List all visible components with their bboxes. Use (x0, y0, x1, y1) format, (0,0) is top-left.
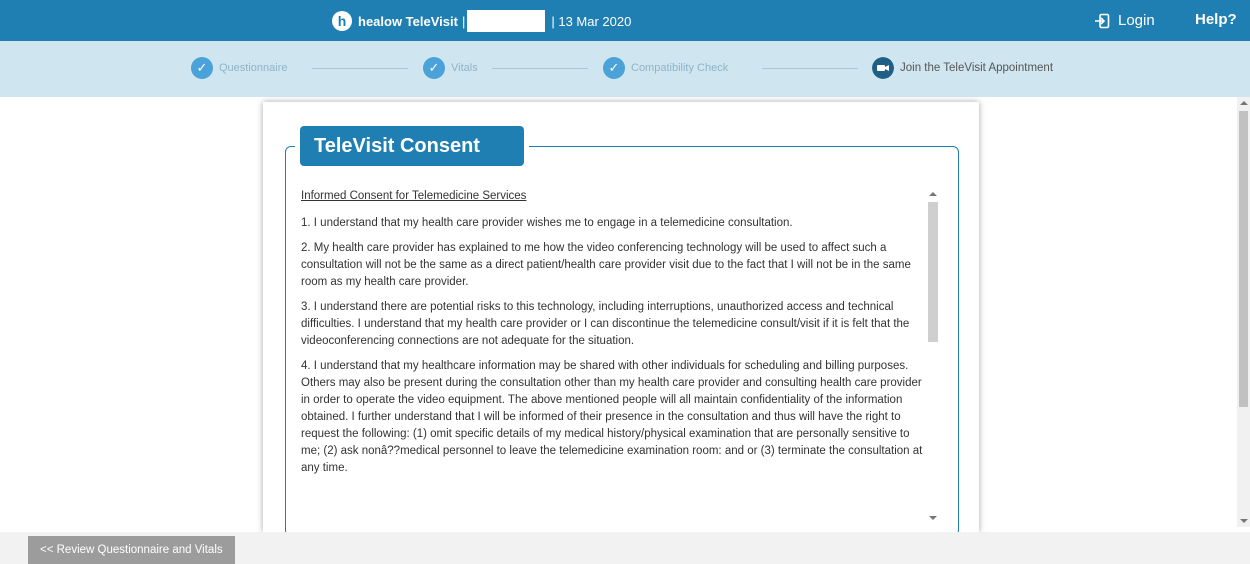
consent-panel: TeleVisit Consent Form Informed Consent … (263, 102, 979, 532)
consent-paragraph: 4. I understand that my healthcare infor… (301, 360, 923, 474)
consent-scrollbar[interactable] (928, 188, 938, 524)
review-questionnaire-button[interactable]: << Review Questionnaire and Vitals (28, 536, 235, 564)
consent-heading: Informed Consent for Telemedicine Servic… (301, 190, 527, 202)
scroll-up-icon[interactable] (1240, 101, 1248, 105)
login-button[interactable]: Login (1094, 12, 1155, 29)
step-label: Vitals (451, 62, 478, 74)
login-label: Login (1118, 12, 1155, 29)
top-header: h healow TeleVisit | | 13 Mar 2020 Login… (0, 0, 1250, 41)
footer-bar: << Review Questionnaire and Vitals (0, 532, 1250, 564)
consent-paragraph: 1. I understand that my health care prov… (301, 217, 793, 229)
help-link[interactable]: Help? (1195, 11, 1237, 28)
video-chat-icon (872, 57, 894, 79)
consent-paragraph: 2. My health care provider has explained… (301, 242, 911, 288)
check-circle-icon: ✓ (191, 57, 213, 79)
consent-text: Informed Consent for Telemedicine Servic… (301, 188, 925, 485)
scroll-down-icon[interactable] (1240, 519, 1248, 523)
step-join-appointment: Join the TeleVisit Appointment (872, 57, 1053, 79)
scroll-thumb[interactable] (1239, 111, 1248, 407)
step-vitals: ✓ Vitals (423, 57, 478, 79)
scroll-thumb[interactable] (928, 202, 938, 342)
scroll-down-icon[interactable] (929, 516, 937, 520)
consent-form-title: TeleVisit Consent Form (300, 126, 524, 197)
check-circle-icon: ✓ (603, 57, 625, 79)
check-circle-icon: ✓ (423, 57, 445, 79)
step-connector (762, 68, 858, 69)
healow-logo-icon: h (332, 11, 352, 31)
scroll-up-icon[interactable] (929, 192, 937, 196)
brand: h healow TeleVisit | | 13 Mar 2020 (332, 9, 631, 33)
brand-separator: | (461, 13, 466, 29)
appointment-date: | 13 Mar 2020 (551, 13, 632, 29)
consent-paragraph: 3. I understand there are potential risk… (301, 301, 910, 347)
step-label: Questionnaire (219, 62, 288, 74)
step-connector (312, 68, 408, 69)
step-compatibility-check: ✓ Compatibility Check (603, 57, 728, 79)
redacted-block (467, 10, 546, 32)
brand-name: healow TeleVisit (358, 13, 458, 29)
step-label: Join the TeleVisit Appointment (900, 62, 1054, 74)
step-label: Compatibility Check (631, 62, 729, 74)
step-connector (492, 68, 588, 69)
login-icon (1095, 13, 1110, 28)
step-questionnaire: ✓ Questionnaire (191, 57, 288, 79)
progress-stepper: ✓ Questionnaire ✓ Vitals ✓ Compatibility… (0, 41, 1250, 97)
page-scrollbar[interactable] (1237, 97, 1250, 527)
